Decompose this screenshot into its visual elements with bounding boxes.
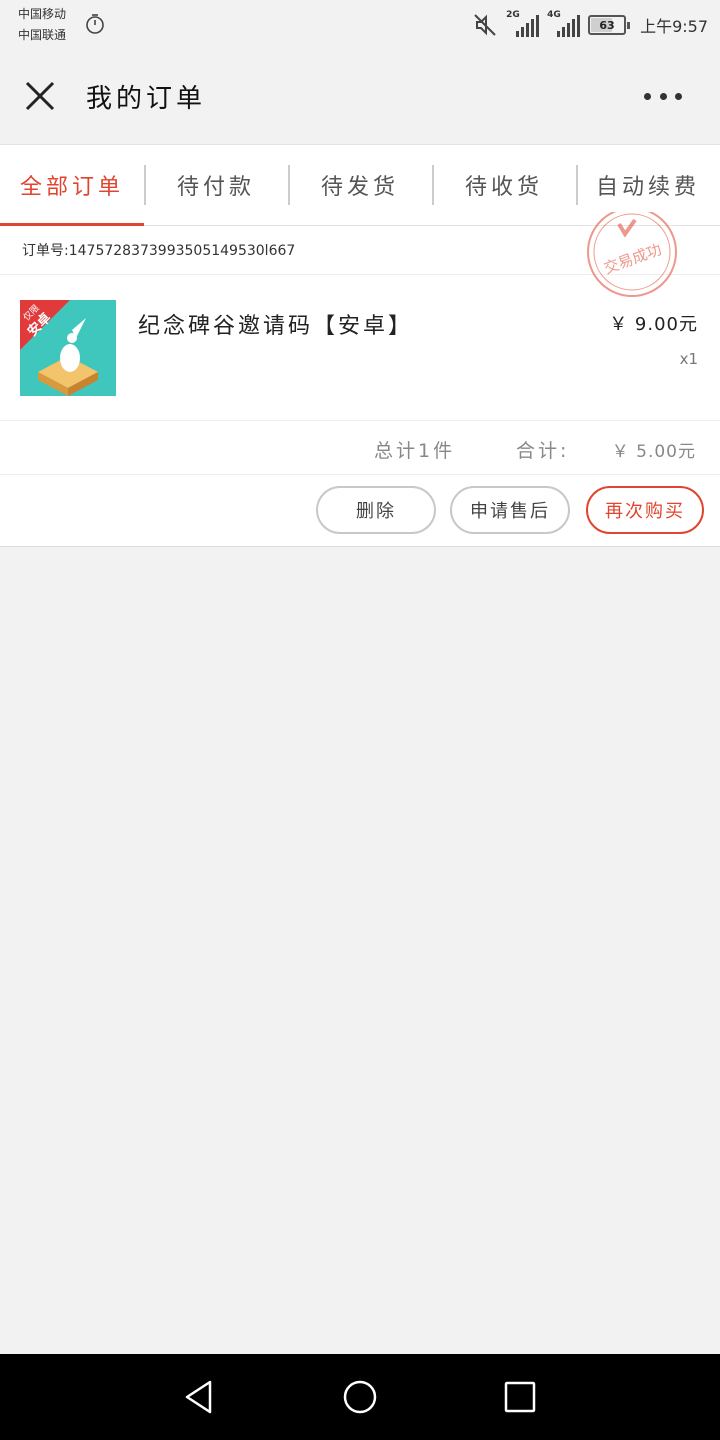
tab-all-orders[interactable]: 全部订单 xyxy=(0,145,144,227)
battery-icon: 63 xyxy=(588,15,631,35)
clock: 上午9:57 xyxy=(640,17,708,36)
signal-2g-label: 2G xyxy=(506,10,520,20)
status-bar: 中国移动 中国联通 2G 4G 63 上午9:57 xyxy=(0,0,720,50)
tab-pending-payment[interactable]: 待付款 xyxy=(144,145,288,225)
navigation-bar xyxy=(0,1354,720,1440)
order-number: 订单号:1475728373993505149530l667 xyxy=(22,243,296,259)
signal-4g-icon: 4G xyxy=(547,10,581,37)
product-thumbnail[interactable]: 仅限 安卓 xyxy=(20,300,116,396)
product-price: ￥ 9.00元 xyxy=(609,314,698,335)
order-number-row: 订单号:1475728373993505149530l667 交易成功 xyxy=(0,212,720,297)
product-row[interactable]: 仅限 安卓 纪念碑谷邀请码【安卓】 ￥ 9.00元 x1 xyxy=(0,276,720,421)
recent-apps-icon[interactable] xyxy=(500,1377,540,1417)
product-name: 纪念碑谷邀请码【安卓】 xyxy=(138,314,414,339)
carrier-2: 中国联通 xyxy=(18,28,67,42)
carrier-info: 中国移动 中国联通 xyxy=(18,4,66,46)
order-summary: 总计1件 合计: ￥ 5.00元 xyxy=(0,422,720,475)
tab-pending-shipment[interactable]: 待发货 xyxy=(288,145,432,225)
delete-button[interactable]: 删除 xyxy=(316,486,436,534)
after-sale-button[interactable]: 申请售后 xyxy=(450,486,570,534)
page-title: 我的订单 xyxy=(86,84,207,114)
title-bar: 我的订单 xyxy=(0,50,720,144)
close-icon[interactable] xyxy=(24,80,56,112)
product-quantity: x1 xyxy=(679,350,698,368)
home-icon[interactable] xyxy=(340,1377,380,1417)
total-amount: ￥ 5.00元 xyxy=(611,442,696,462)
total-label: 合计: xyxy=(516,440,570,462)
signal-2g-icon: 2G xyxy=(506,10,540,37)
stamp-text: 交易成功 xyxy=(601,240,664,277)
mute-icon xyxy=(474,14,496,36)
timer-icon xyxy=(86,14,104,34)
rebuy-button[interactable]: 再次购买 xyxy=(586,486,704,534)
battery-level: 63 xyxy=(599,18,615,32)
signal-4g-label: 4G xyxy=(547,10,561,20)
order-actions: 删除 申请售后 再次购买 xyxy=(0,476,720,546)
item-count: 总计1件 xyxy=(374,440,456,462)
back-icon[interactable] xyxy=(180,1377,220,1417)
order-card[interactable]: 订单号:1475728373993505149530l667 交易成功 仅限 安… xyxy=(0,212,720,547)
more-icon[interactable] xyxy=(644,90,682,102)
tab-pending-receipt[interactable]: 待收货 xyxy=(432,145,576,225)
carrier-1: 中国移动 xyxy=(18,7,67,21)
